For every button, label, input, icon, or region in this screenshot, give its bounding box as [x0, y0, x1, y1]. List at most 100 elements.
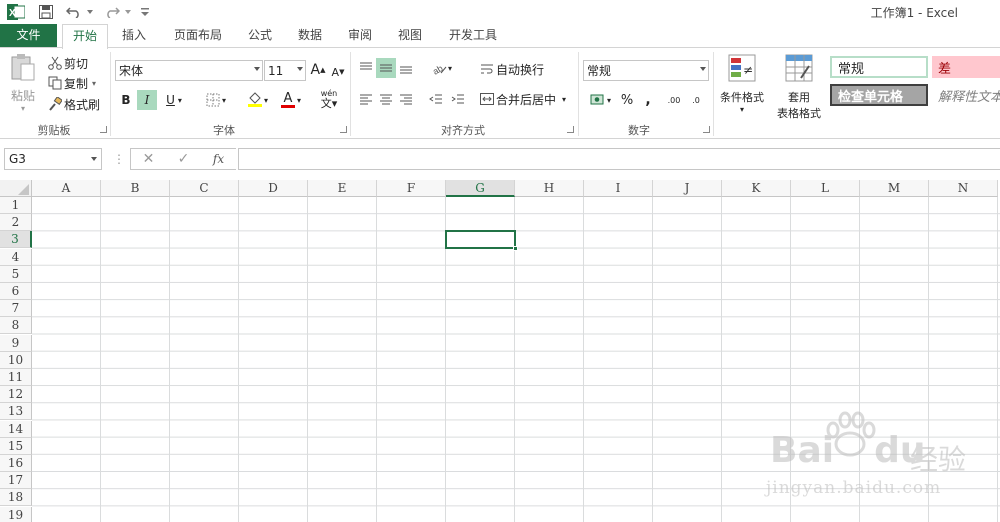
- save-icon[interactable]: [36, 3, 56, 21]
- underline-dropdown-icon[interactable]: ▾: [178, 96, 182, 105]
- row-header-11[interactable]: 11: [0, 369, 32, 386]
- row-header-12[interactable]: 12: [0, 386, 32, 404]
- formula-bar-grip-icon[interactable]: ⋮: [113, 152, 125, 166]
- enter-icon[interactable]: ✓: [166, 151, 201, 167]
- comma-button[interactable]: ,: [640, 90, 656, 110]
- tab-file[interactable]: 文件: [0, 24, 57, 48]
- row-header-14[interactable]: 14: [0, 420, 32, 438]
- column-header-l[interactable]: L: [791, 180, 860, 197]
- copy-button[interactable]: 复制 ▾: [46, 74, 96, 92]
- row-header-19[interactable]: 19: [0, 506, 32, 522]
- increase-decimal-button[interactable]: .00: [664, 90, 684, 110]
- format-as-table-button[interactable]: 套用 表格格式: [770, 54, 828, 120]
- font-size-dropdown-icon[interactable]: [297, 67, 303, 71]
- column-header-n[interactable]: N: [929, 180, 998, 197]
- row-header-8[interactable]: 8: [0, 317, 32, 335]
- copy-dropdown-icon[interactable]: ▾: [92, 79, 96, 88]
- font-name-combo[interactable]: 宋体: [115, 60, 263, 81]
- row-header-1[interactable]: 1: [0, 197, 32, 214]
- align-left-button[interactable]: [356, 90, 376, 110]
- grow-font-button[interactable]: A ▲: [310, 60, 326, 80]
- active-cell-g3[interactable]: [445, 230, 518, 251]
- underline-button[interactable]: U ▾: [159, 90, 189, 110]
- merge-dropdown-icon[interactable]: ▾: [562, 95, 566, 104]
- fill-color-dropdown-icon[interactable]: ▾: [264, 96, 268, 105]
- bold-button[interactable]: B: [117, 90, 135, 110]
- tab-view[interactable]: 视图: [390, 24, 430, 48]
- column-header-d[interactable]: D: [239, 180, 308, 197]
- column-header-i[interactable]: I: [584, 180, 653, 197]
- row-header-10[interactable]: 10: [0, 351, 32, 369]
- name-box-dropdown-icon[interactable]: [91, 157, 97, 161]
- accounting-format-button[interactable]: ▾: [585, 90, 615, 110]
- alignment-launcher-icon[interactable]: [567, 126, 574, 133]
- phonetic-button[interactable]: wén 文▾: [314, 88, 344, 110]
- column-header-g[interactable]: G: [446, 180, 515, 197]
- style-explanatory[interactable]: 解释性文本: [932, 84, 1000, 106]
- tab-data[interactable]: 数据: [290, 24, 330, 48]
- name-box[interactable]: G3: [4, 148, 102, 170]
- row-header-13[interactable]: 13: [0, 403, 32, 421]
- font-name-dropdown-icon[interactable]: [254, 67, 260, 71]
- column-header-f[interactable]: F: [377, 180, 446, 197]
- font-color-dropdown-icon[interactable]: ▾: [297, 96, 301, 105]
- number-launcher-icon[interactable]: [703, 126, 710, 133]
- undo-icon[interactable]: [64, 3, 84, 21]
- formula-input[interactable]: [238, 148, 1000, 170]
- tab-review[interactable]: 审阅: [340, 24, 380, 48]
- font-size-combo[interactable]: 11: [264, 60, 306, 81]
- font-launcher-icon[interactable]: [340, 126, 347, 133]
- decrease-indent-button[interactable]: [426, 90, 446, 110]
- column-header-k[interactable]: K: [722, 180, 791, 197]
- tab-page-layout[interactable]: 页面布局: [166, 24, 230, 48]
- row-header-6[interactable]: 6: [0, 283, 32, 300]
- undo-dropdown-icon[interactable]: [86, 3, 94, 21]
- row-header-17[interactable]: 17: [0, 472, 32, 490]
- row-header-9[interactable]: 9: [0, 334, 32, 352]
- increase-indent-button[interactable]: [448, 90, 468, 110]
- fill-color-button[interactable]: ▾: [240, 90, 274, 110]
- align-middle-button[interactable]: [376, 58, 396, 78]
- redo-icon[interactable]: [102, 3, 122, 21]
- column-header-j[interactable]: J: [653, 180, 722, 197]
- wrap-text-button[interactable]: 自动换行: [478, 60, 544, 78]
- tab-formulas[interactable]: 公式: [240, 24, 280, 48]
- merge-center-button[interactable]: 合并后居中 ▾: [478, 90, 566, 108]
- column-header-b[interactable]: B: [101, 180, 170, 197]
- tab-home[interactable]: 开始: [62, 24, 108, 49]
- row-header-7[interactable]: 7: [0, 300, 32, 318]
- italic-button[interactable]: I: [137, 90, 157, 110]
- row-header-3[interactable]: 3: [0, 231, 32, 249]
- shrink-font-button[interactable]: A ▼: [330, 62, 346, 82]
- borders-button[interactable]: ▾: [198, 90, 232, 110]
- borders-dropdown-icon[interactable]: ▾: [222, 96, 226, 105]
- align-bottom-button[interactable]: [396, 58, 416, 78]
- align-center-button[interactable]: [376, 90, 396, 110]
- column-header-e[interactable]: E: [308, 180, 377, 197]
- row-header-15[interactable]: 15: [0, 437, 32, 455]
- insert-function-icon[interactable]: fx: [201, 152, 236, 166]
- style-normal[interactable]: 常规: [830, 56, 928, 78]
- percent-button[interactable]: %: [618, 90, 636, 110]
- orientation-button[interactable]: ab ▾: [426, 58, 456, 78]
- redo-dropdown-icon[interactable]: [124, 3, 132, 21]
- decrease-decimal-button[interactable]: .0: [686, 90, 706, 110]
- column-header-h[interactable]: H: [515, 180, 584, 197]
- font-color-button[interactable]: A ▾: [276, 90, 306, 110]
- fill-handle[interactable]: [513, 246, 518, 251]
- tab-insert[interactable]: 插入: [114, 24, 154, 48]
- cancel-icon[interactable]: ✕: [131, 151, 166, 167]
- tab-developer[interactable]: 开发工具: [442, 24, 504, 48]
- cut-button[interactable]: 剪切: [46, 54, 88, 72]
- customize-toolbar-icon[interactable]: [140, 3, 150, 21]
- align-right-button[interactable]: [396, 90, 416, 110]
- column-header-a[interactable]: A: [32, 180, 101, 197]
- orientation-dropdown-icon[interactable]: ▾: [448, 64, 452, 73]
- number-format-dropdown-icon[interactable]: [700, 67, 706, 71]
- conditional-formatting-button[interactable]: ≠ 条件格式 ▾: [716, 54, 768, 120]
- clipboard-launcher-icon[interactable]: [100, 126, 107, 133]
- style-check-cell[interactable]: 检查单元格: [830, 84, 928, 106]
- number-format-combo[interactable]: 常规: [583, 60, 709, 81]
- paste-button[interactable]: 粘贴 ▾: [6, 54, 40, 114]
- row-header-2[interactable]: 2: [0, 214, 32, 232]
